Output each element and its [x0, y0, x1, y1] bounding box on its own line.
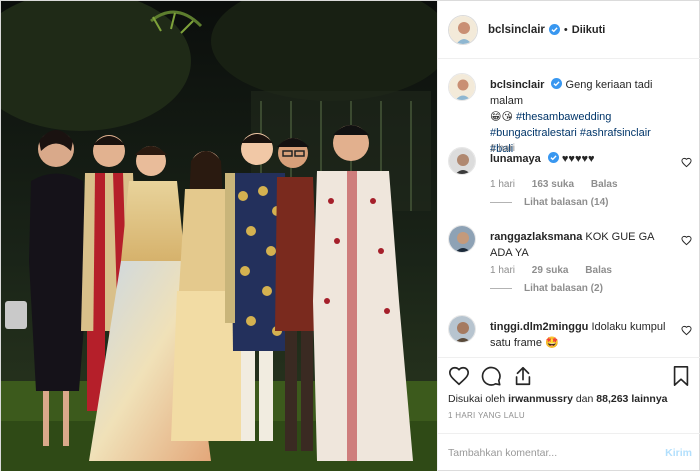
heart-icon[interactable] — [448, 365, 470, 387]
comment-item: tinggi.dlm2minggu Idolaku kumpul satu fr… — [448, 315, 692, 355]
hashtag-link[interactable]: #bungacitralestari — [490, 127, 577, 139]
hashtag-link[interactable]: #thesambawedding — [516, 111, 611, 123]
comment-meta: 1 hari 163 suka Balas — [490, 179, 632, 190]
header-separator: • — [563, 23, 568, 36]
like-comment-heart-icon[interactable] — [681, 235, 692, 246]
likes-user-link[interactable]: irwanmussry — [508, 393, 573, 405]
likes-prefix: Disukai oleh — [448, 393, 506, 405]
hashtag-link[interactable]: #ashrafsinclair — [580, 127, 651, 139]
caption: bclsinclair Geng keriaan tadi malam 😁😘 #… — [448, 73, 692, 155]
comment-icon[interactable] — [480, 365, 502, 387]
commenter-username[interactable]: ranggazlaksmana — [490, 231, 582, 243]
action-bar — [438, 357, 700, 393]
comment-likes[interactable]: 29 suka — [532, 265, 569, 276]
commenter-username[interactable]: tinggi.dlm2minggu — [490, 321, 588, 333]
post-comment-button[interactable]: Kirim — [665, 447, 692, 459]
commenter-avatar[interactable] — [448, 225, 476, 253]
view-replies-button[interactable]: Lihat balasan (14) — [490, 197, 608, 208]
bookmark-icon[interactable] — [670, 365, 692, 387]
reply-button[interactable]: Balas — [585, 265, 612, 276]
comment-message: ♥♥♥♥♥ — [561, 153, 595, 165]
comment-text: tinggi.dlm2minggu Idolaku kumpul satu fr… — [490, 319, 670, 351]
comment-item: lunamaya ♥♥♥♥♥ 1 hari 163 suka Balas Lih… — [448, 147, 692, 211]
caption-emojis: 😁😘 — [490, 111, 513, 123]
verified-badge-icon — [548, 24, 560, 35]
commenter-avatar[interactable] — [448, 147, 476, 175]
view-replies-button[interactable]: Lihat balasan (2) — [490, 283, 603, 294]
verified-badge-icon — [551, 78, 563, 89]
view-replies-label: Lihat balasan (2) — [524, 283, 603, 294]
post-sidebar: bclsinclair • Diikuti bclsinclair Geng k… — [437, 1, 700, 471]
comment-meta: 1 hari 29 suka Balas — [490, 265, 626, 276]
caption-username[interactable]: bclsinclair — [490, 79, 544, 91]
group-photo-illustration — [1, 1, 437, 471]
comment-text: ranggazlaksmana KOK GUE GA ADA YA — [490, 229, 670, 261]
view-replies-label: Lihat balasan (14) — [524, 197, 609, 208]
comment-time[interactable]: 1 hari — [490, 265, 515, 276]
likes-middle: dan — [575, 393, 594, 405]
comment-likes[interactable]: 163 suka — [532, 179, 574, 190]
post-photo[interactable] — [1, 1, 437, 471]
reply-button[interactable]: Balas — [591, 179, 618, 190]
comment-item: ranggazlaksmana KOK GUE GA ADA YA 1 hari… — [448, 225, 692, 305]
like-comment-heart-icon[interactable] — [681, 325, 692, 336]
comment-time[interactable]: 1 hari — [490, 179, 515, 190]
likes-summary: Disukai oleh irwanmussry dan 88,263 lain… — [448, 393, 668, 405]
comment-input[interactable] — [448, 444, 648, 462]
likes-count-link[interactable]: 88,263 lainnya — [596, 393, 667, 405]
follow-status-button[interactable]: Diikuti — [572, 24, 606, 36]
commenter-username[interactable]: lunamaya — [490, 153, 541, 165]
like-comment-heart-icon[interactable] — [681, 157, 692, 168]
comment-text: lunamaya ♥♥♥♥♥ — [490, 151, 670, 167]
post-modal: bclsinclair • Diikuti bclsinclair Geng k… — [0, 0, 700, 471]
replies-divider — [490, 288, 512, 289]
share-icon[interactable] — [512, 365, 534, 387]
post-header: bclsinclair • Diikuti — [438, 1, 700, 59]
verified-badge-icon — [547, 152, 559, 163]
comment-composer: Kirim — [438, 433, 700, 471]
post-timestamp[interactable]: 1 HARI YANG LALU — [448, 411, 525, 420]
author-username[interactable]: bclsinclair — [488, 24, 545, 36]
caption-avatar[interactable] — [448, 73, 476, 101]
replies-divider — [490, 202, 512, 203]
author-avatar[interactable] — [448, 14, 478, 45]
commenter-avatar[interactable] — [448, 315, 476, 343]
comments-list[interactable]: bclsinclair Geng keriaan tadi malam 😁😘 #… — [438, 61, 700, 357]
